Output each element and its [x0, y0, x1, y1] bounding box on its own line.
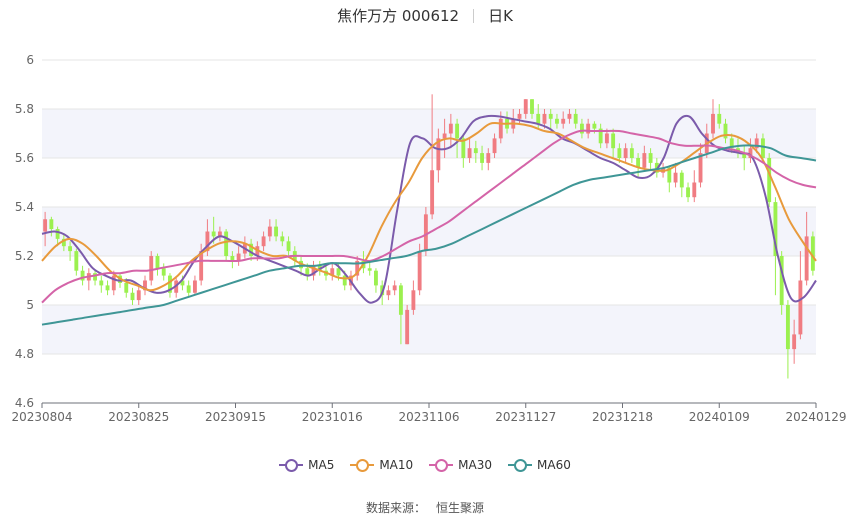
candle[interactable]: [130, 287, 135, 305]
candlestick-chart[interactable]: 65.85.65.45.254.84.6 20230804 20230825 202…: [0, 0, 850, 517]
candle[interactable]: [93, 270, 97, 286]
source-label: 数据来源：: [365, 501, 426, 515]
candle[interactable]: [461, 133, 466, 168]
candle[interactable]: [80, 265, 85, 286]
data-source: 数据来源： 恒生聚源: [0, 499, 850, 516]
x-tick-label: 20240109: [689, 410, 750, 424]
candle[interactable]: [99, 275, 104, 293]
candle[interactable]: [374, 268, 378, 293]
y-tick-label: 4.6: [15, 396, 34, 410]
candle[interactable]: [143, 275, 147, 296]
candle[interactable]: [686, 182, 690, 203]
plot-band: [42, 305, 816, 354]
candle[interactable]: [679, 170, 684, 198]
candle[interactable]: [86, 268, 91, 291]
legend-item-ma10[interactable]: MA10: [350, 458, 413, 472]
candle[interactable]: [161, 263, 166, 281]
legend-marker-icon: [508, 459, 533, 472]
candle[interactable]: [105, 280, 110, 296]
y-tick-label: 5.4: [15, 200, 34, 214]
source-value: 恒生聚源: [436, 501, 485, 515]
legend-marker-icon: [429, 459, 454, 472]
legend-label: MA10: [379, 458, 414, 472]
candle[interactable]: [411, 280, 416, 315]
candle[interactable]: [186, 280, 191, 298]
candle[interactable]: [392, 280, 397, 296]
y-axis: 6 5.8 5.6 5.4 5.2 5 4.8 4.6: [15, 53, 34, 410]
x-tick-label: 20231218: [592, 410, 653, 424]
candle[interactable]: [692, 170, 697, 203]
x-tick-label: 20231106: [398, 410, 459, 424]
x-tick-label: 20231016: [302, 410, 363, 424]
candle[interactable]: [330, 263, 335, 281]
candle[interactable]: [767, 153, 772, 207]
y-tick-label: 5.2: [15, 249, 34, 263]
candle[interactable]: [785, 300, 790, 379]
legend-item-ma30[interactable]: MA30: [429, 458, 492, 472]
legend-marker-icon: [350, 459, 375, 472]
x-tick-label: 20230915: [205, 410, 266, 424]
candle[interactable]: [74, 248, 79, 276]
y-tick-label: 5.8: [15, 102, 34, 116]
candle[interactable]: [192, 275, 197, 296]
x-axis: 20230804 20230825 20230915 20231016 20231106…: [11, 402, 847, 424]
x-tick-label: 20231127: [495, 410, 556, 424]
x-tick-label: 20240129: [785, 410, 846, 424]
candle[interactable]: [168, 273, 172, 298]
candle[interactable]: [423, 207, 428, 256]
x-tick-label: 20230804: [11, 410, 72, 424]
candle[interactable]: [136, 285, 141, 305]
y-tick-label: 5: [26, 298, 34, 312]
y-tick-label: 4.8: [15, 347, 34, 361]
y-tick-label: 5.6: [15, 151, 34, 165]
x-tick-label: 20230825: [108, 410, 169, 424]
legend: MA5 MA10 MA30 MA60: [0, 458, 850, 474]
y-tick-label: 6: [26, 53, 34, 67]
legend-marker-icon: [279, 459, 304, 472]
plot-band: [42, 207, 816, 256]
legend-item-ma60[interactable]: MA60: [508, 458, 571, 472]
candle[interactable]: [149, 251, 154, 286]
candle[interactable]: [155, 253, 160, 276]
candle[interactable]: [311, 260, 316, 281]
legend-label: MA5: [308, 458, 335, 472]
legend-label: MA60: [537, 458, 571, 472]
candle[interactable]: [386, 285, 391, 301]
candle[interactable]: [798, 251, 803, 340]
candle[interactable]: [405, 305, 410, 345]
legend-label: MA30: [458, 458, 493, 472]
candle[interactable]: [711, 99, 715, 139]
legend-item-ma5[interactable]: MA5: [279, 458, 334, 472]
